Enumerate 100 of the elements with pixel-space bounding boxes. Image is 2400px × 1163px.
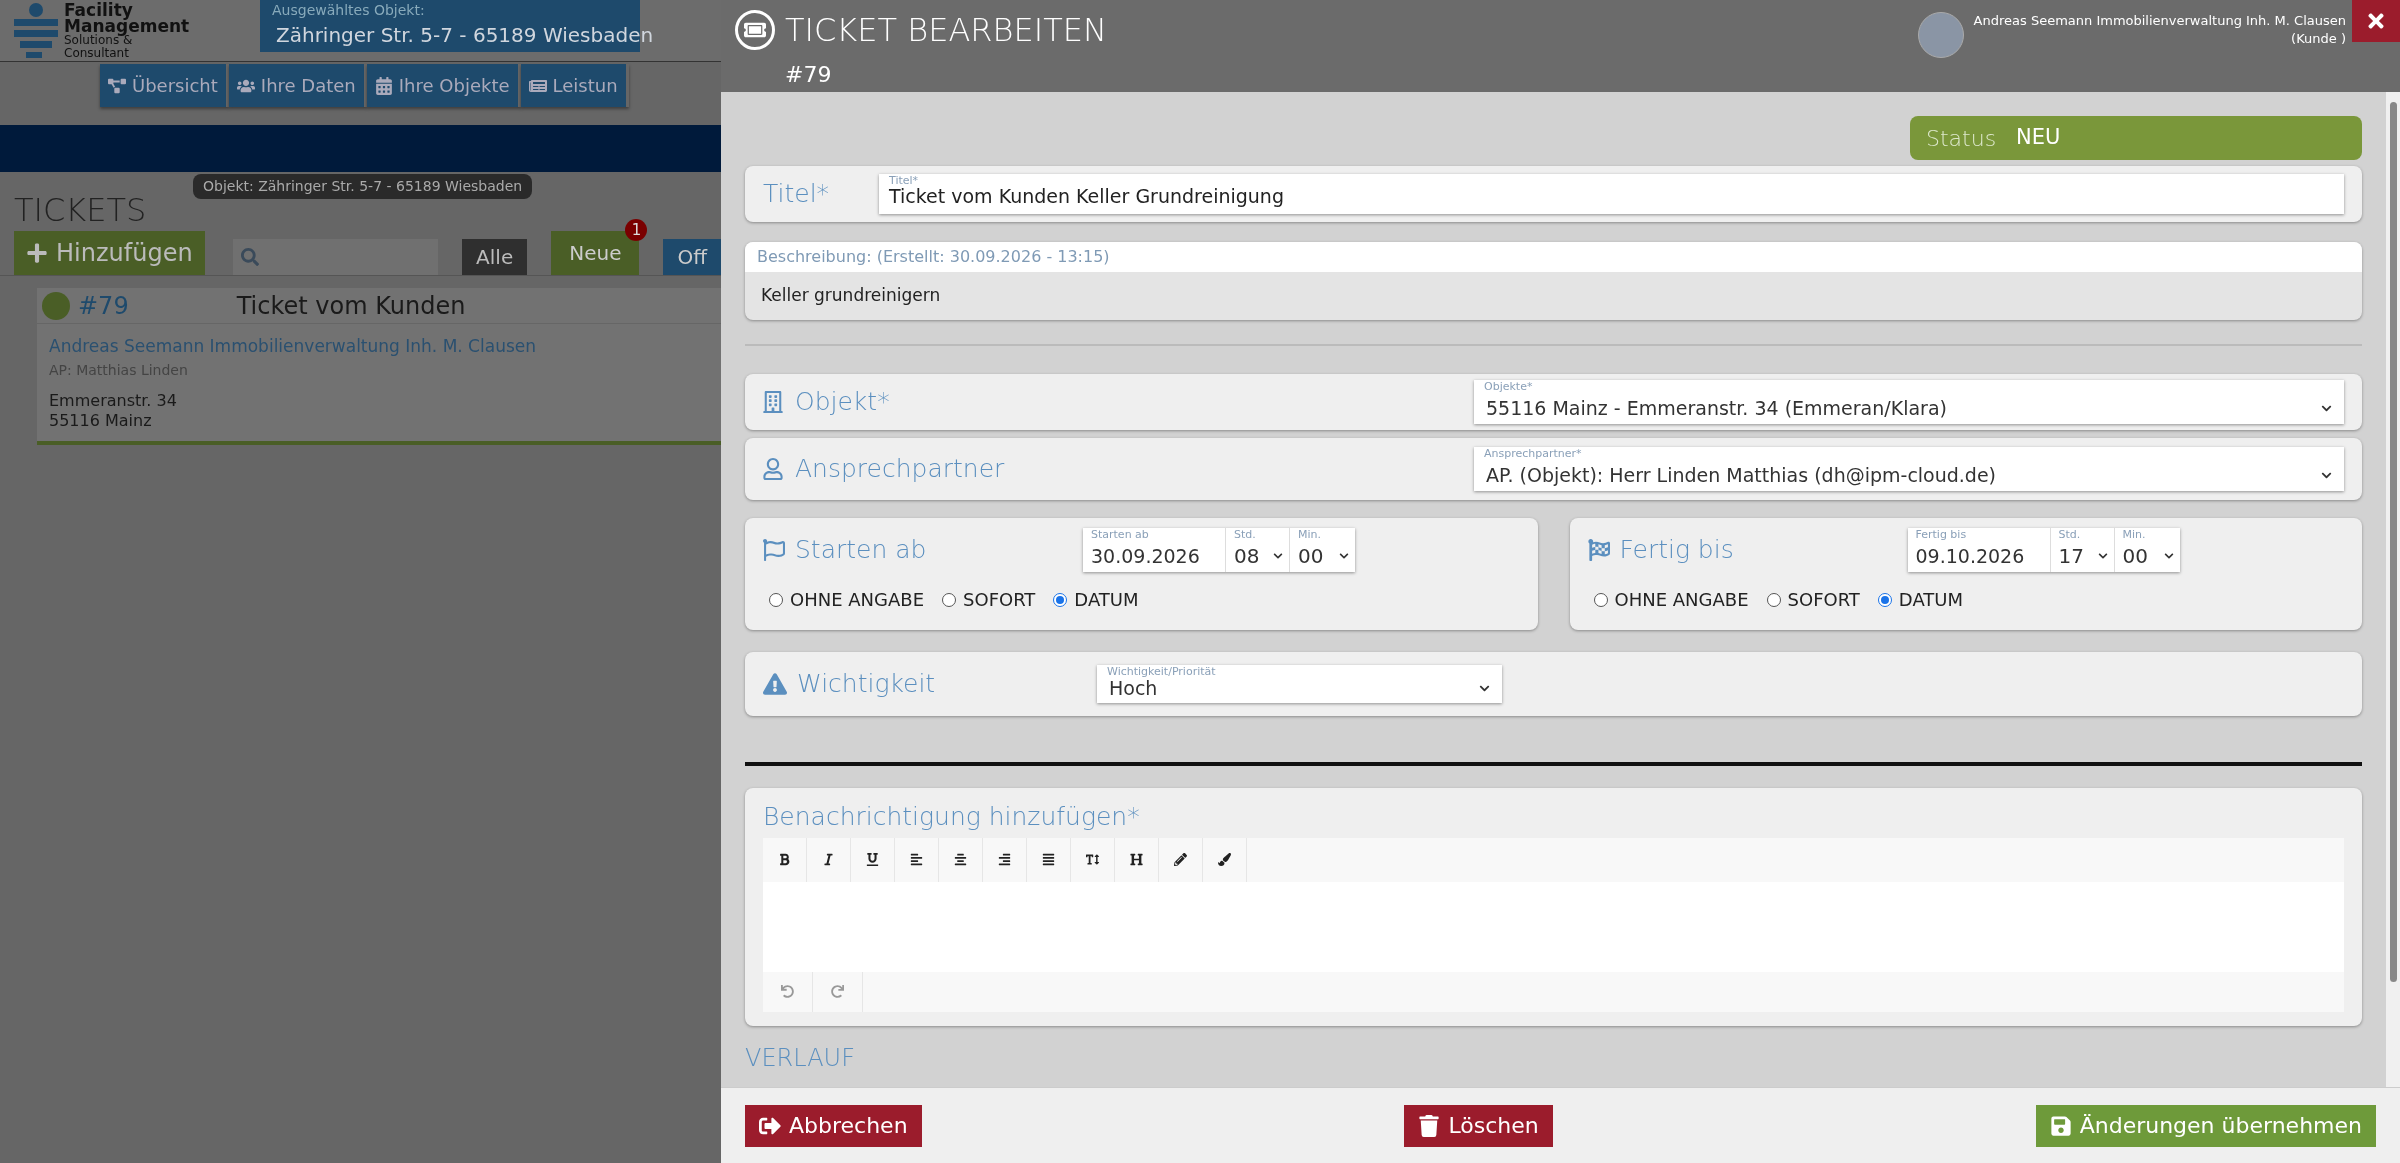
- field-title: Objekt*: [795, 386, 890, 419]
- field-title: Titel*: [763, 178, 831, 211]
- field-label: Wichtigkeit/Priorität: [1107, 666, 1216, 677]
- select-field[interactable]: Std. 08: [1225, 528, 1289, 572]
- select-field[interactable]: Ansprechpartner* AP. (Objekt): Herr Linden Matthias (dh@ipm-cloud.de): [1474, 447, 2344, 491]
- save-icon: [2049, 1114, 2072, 1137]
- field-title: Ansprechpartner: [795, 453, 1005, 486]
- field-title: Wichtigkeit: [797, 668, 937, 701]
- address-text: Emmeranstr. 34: [49, 390, 178, 411]
- user-icon: [763, 458, 783, 480]
- field-label: Std.: [1234, 529, 1256, 540]
- add-button[interactable]: Hinzufügen: [14, 231, 205, 275]
- nav-tab[interactable]: Übersicht: [100, 64, 229, 107]
- user-name: Andreas Seemann Immobilienverwaltung Inh. M. Clausen: [1973, 12, 2346, 30]
- building-icon: [763, 391, 783, 413]
- field-title: Benachrichtigung hinzufügen*: [763, 801, 1141, 833]
- logo-icon: [14, 1, 58, 60]
- field-value: Ticket vom Kunden Keller Grundreinigung: [889, 185, 1284, 207]
- field-value: 30.09.2026: [1091, 543, 1200, 569]
- field-value: Hoch: [1109, 676, 1158, 701]
- nav-icon: [108, 76, 126, 95]
- nav-tab[interactable]: Ihre Daten: [228, 64, 367, 107]
- close-button[interactable]: [2352, 0, 2400, 42]
- chevron-icon: [2097, 551, 2108, 561]
- description-header: Beschreibung: (Erstellt: 30.09.2026 - 13:15): [757, 246, 1110, 268]
- field-value: 08: [1234, 543, 1261, 570]
- radio-button[interactable]: [942, 592, 957, 607]
- field-title: Fertig bis: [1619, 534, 1734, 567]
- radio-button[interactable]: [769, 592, 783, 607]
- field-value: 55116 Mainz - Emmeranstr. 34 (Emmeran/Klara): [1486, 395, 1948, 421]
- title-field[interactable]: Titel* Ticket vom Kunden Keller Grundreinigung: [879, 174, 2344, 214]
- nav-tab[interactable]: Ihre Objekte: [366, 64, 521, 107]
- logo-text: Consultant: [64, 46, 130, 60]
- address-text: 55116 Mainz: [49, 410, 153, 431]
- date-field[interactable]: Fertig bis 09.10.2026: [1907, 528, 2050, 572]
- field-value: 09.10.2026: [1915, 543, 2025, 569]
- filter-button[interactable]: Alle: [462, 239, 528, 275]
- field-value: 17: [2058, 543, 2085, 570]
- field-label: Min.: [1298, 529, 1321, 540]
- dialog-title: TICKET BEARBEITEN: [785, 10, 1107, 51]
- field-label: Fertig bis: [1915, 529, 1967, 540]
- field-label: Starten ab: [1091, 529, 1149, 540]
- search-field[interactable]: [232, 239, 439, 275]
- radio-label: SOFORT: [963, 588, 1036, 612]
- select-field[interactable]: Objekte* 55116 Mainz - Emmeranstr. 34 (Emmeran/Klara): [1474, 380, 2344, 424]
- select-field[interactable]: Std. 17: [2049, 528, 2114, 572]
- select-field[interactable]: Wichtigkeit/Priorität Hoch: [1097, 665, 1502, 703]
- delete-button[interactable]: Löschen: [1404, 1104, 1553, 1147]
- status-value: NEU: [2016, 124, 2061, 152]
- chevron-icon: [1339, 551, 1349, 561]
- nav-icon: [374, 76, 393, 95]
- search-icon: [240, 248, 259, 266]
- radio-button[interactable]: [1766, 592, 1781, 607]
- chevron-icon: [1273, 551, 1283, 561]
- radio-label: OHNE ANGABE: [790, 588, 925, 612]
- filter-button[interactable]: Off: [663, 239, 721, 275]
- field-label: Objekte*: [1484, 381, 1533, 392]
- section-heading: VERLAUF: [745, 1045, 856, 1070]
- logo-text: Facility: [64, 1, 133, 18]
- plus-icon: [26, 242, 48, 264]
- status-label: Status: [1926, 124, 1997, 153]
- select-field[interactable]: Min. 00: [2113, 528, 2180, 572]
- field-title: Starten ab: [795, 534, 927, 567]
- description-text: Keller grundreinigern: [761, 284, 941, 308]
- field-label: Std.: [2058, 529, 2081, 540]
- user-role: (Kunde ): [2291, 30, 2346, 48]
- trash-icon: [1418, 1114, 1441, 1137]
- field-value: 00: [1298, 543, 1325, 570]
- avatar: [1917, 12, 1964, 58]
- count-badge: 1: [625, 219, 648, 241]
- radio-label: OHNE ANGABE: [1614, 588, 1749, 612]
- field-label: Titel*: [889, 175, 919, 186]
- ticket-title: Ticket vom Kunden: [236, 290, 466, 322]
- ticket-number: #79: [785, 61, 833, 89]
- nav-tab[interactable]: Leistun: [520, 64, 629, 107]
- field-label: Ansprechpartner*: [1484, 448, 1582, 459]
- cancel-button[interactable]: Abbrechen: [745, 1104, 922, 1147]
- radio-button[interactable]: [1053, 592, 1068, 607]
- page-heading: TICKETS: [14, 194, 147, 231]
- editor-input[interactable]: [763, 881, 2344, 972]
- radio-button[interactable]: [1877, 592, 1892, 607]
- ticket-number: #79: [78, 290, 129, 322]
- tooltip: Objekt: Zähringer Str. 5-7 - 65189 Wiesbaden: [193, 174, 533, 199]
- radio-button[interactable]: [1593, 592, 1608, 607]
- ticket-icon: [735, 10, 775, 50]
- field-value: 00: [2122, 543, 2149, 570]
- panel-value: Zähringer Str. 5-7 - 65189 Wiesbaden: [276, 21, 654, 49]
- flag-icon: [1587, 539, 1610, 561]
- radio-label: DATUM: [1898, 588, 1963, 612]
- radio-label: DATUM: [1074, 588, 1139, 612]
- date-field[interactable]: Starten ab 30.09.2026: [1083, 528, 1225, 572]
- flag-icon: [763, 539, 785, 561]
- radio-label: SOFORT: [1787, 588, 1860, 612]
- chevron-icon: [2163, 551, 2174, 561]
- panel-label: Ausgewähltes Objekt:: [272, 2, 426, 17]
- scrollbar[interactable]: [2386, 92, 2400, 1087]
- field-label: Min.: [2122, 529, 2146, 540]
- select-field[interactable]: Min. 00: [1289, 528, 1355, 572]
- warning-icon: [763, 673, 787, 695]
- field-value: AP. (Objekt): Herr Linden Matthias (dh@ipm-cloud.de): [1486, 462, 1998, 488]
